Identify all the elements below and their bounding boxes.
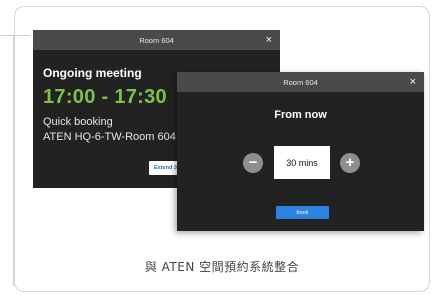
dialog-title: Room 604: [283, 77, 318, 87]
booking-type: Quick booking: [43, 116, 113, 128]
duration-value: 30 mins: [274, 146, 330, 179]
dialog-titlebar: Room 604 ×: [33, 30, 280, 50]
room-name: ATEN HQ-6-TW-Room 604: [43, 131, 176, 143]
from-now-heading: From now: [274, 109, 327, 121]
quick-booking-dialog: Room 604 × From now − 30 mins + book: [177, 72, 424, 231]
dialog-title: Room 604: [139, 35, 174, 45]
increase-duration-button[interactable]: +: [340, 153, 360, 173]
decrease-duration-button[interactable]: −: [243, 153, 263, 173]
dialog-titlebar: Room 604 ×: [177, 72, 424, 92]
meeting-time: 17:00 - 17:30: [43, 86, 167, 108]
book-button[interactable]: book: [276, 206, 329, 219]
ongoing-meeting-heading: Ongoing meeting: [43, 66, 142, 80]
close-icon[interactable]: ×: [410, 75, 416, 89]
close-icon[interactable]: ×: [266, 33, 272, 47]
feature-caption: 與 ATEN 空間預約系統整合: [144, 260, 300, 274]
divider-line: [0, 35, 30, 36]
divider-line-vertical: [13, 36, 14, 286]
